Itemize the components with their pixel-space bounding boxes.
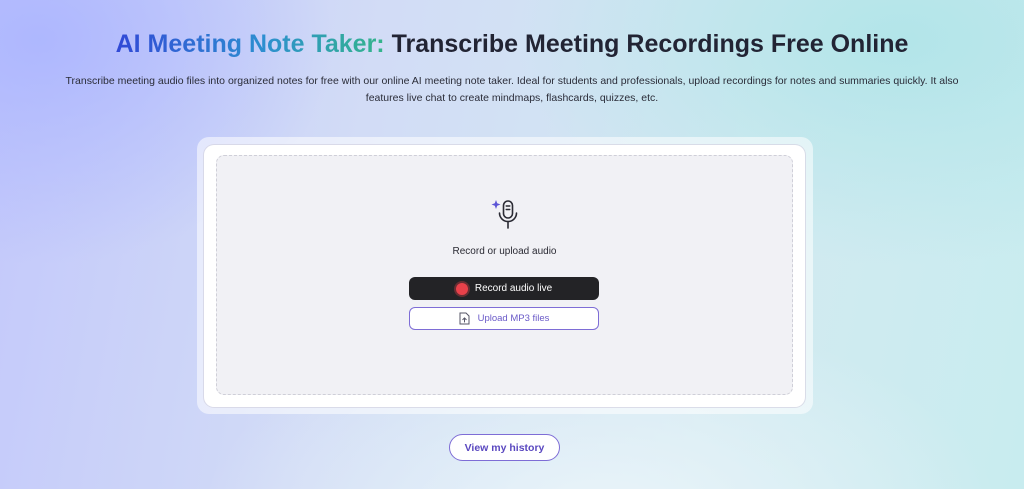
page-title-accent: AI Meeting Note Taker:: [115, 30, 385, 58]
upload-prompt: Record or upload audio: [452, 246, 557, 257]
upload-mp3-label: Upload MP3 files: [477, 313, 550, 324]
view-history-button[interactable]: View my history: [449, 434, 560, 461]
page-description: Transcribe meeting audio files into orga…: [12, 73, 1012, 107]
page-title: AI Meeting Note Taker: Transcribe Meetin…: [0, 30, 1024, 59]
page-title-rest: Transcribe Meeting Recordings Free Onlin…: [391, 30, 909, 58]
record-audio-label: Record audio live: [474, 283, 553, 294]
page-description-line-1: Transcribe meeting audio files into orga…: [65, 75, 959, 87]
upload-card: Record or upload audio Record audio live…: [204, 145, 805, 407]
upload-card-frame: Record or upload audio Record audio live…: [197, 137, 813, 414]
record-dot-icon: [455, 282, 468, 295]
record-audio-button[interactable]: Record audio live: [409, 277, 599, 300]
page-description-line-2: features live chat to create mindmaps, f…: [365, 92, 659, 104]
file-upload-icon: [459, 312, 470, 325]
audio-dropzone[interactable]: Record or upload audio Record audio live…: [216, 155, 793, 395]
upload-mp3-button[interactable]: Upload MP3 files: [409, 307, 599, 330]
microphone-sparkle-icon: [491, 200, 518, 229]
